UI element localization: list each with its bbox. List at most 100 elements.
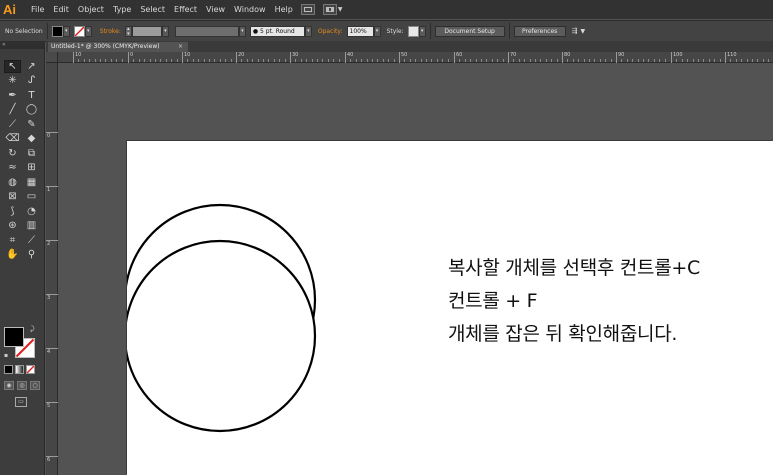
column-graph-tool-icon[interactable]: ▥ <box>23 220 40 233</box>
instruction-text[interactable]: 복사할 개체를 선택후 컨트롤+C 컨트롤 + F 개체를 잡은 뒤 확인해줍니… <box>448 252 700 351</box>
ruler-minor-tick <box>219 59 221 62</box>
none-mode-icon[interactable] <box>26 365 35 374</box>
tools-panel: « ↖ ↗ ✳ ᔑ ✒ T ╱ ◯ ⟋ ✎ ⌫ ◆ ↻ ⧉ ≈ ⊞ ◍ ▦ ⊠ … <box>0 41 45 475</box>
menu-object[interactable]: Object <box>78 5 104 14</box>
swap-fill-stroke-icon[interactable]: ⤸ <box>30 325 34 334</box>
ruler-minor-tick <box>116 59 118 62</box>
pen-tool-icon[interactable]: ✒ <box>4 89 21 102</box>
stroke-color-swatch[interactable] <box>73 25 85 37</box>
ellipse-tool-icon[interactable]: ◯ <box>23 104 40 117</box>
preferences-button[interactable]: Preferences <box>513 25 566 37</box>
artboard-tool-icon[interactable]: ⌗ <box>4 234 21 247</box>
document-setup-button[interactable]: Document Setup <box>434 25 505 37</box>
screen-mode-icon[interactable]: ▭ <box>15 397 27 407</box>
scale-tool-icon[interactable]: ⧉ <box>23 147 40 160</box>
magic-wand-tool-icon[interactable]: ✳ <box>4 75 21 88</box>
width-tool-icon[interactable]: ≈ <box>4 162 21 175</box>
brush-definition[interactable]: ● 5 pt. Round <box>249 25 305 37</box>
ruler-minor-tick <box>741 59 743 62</box>
fill-swatch[interactable] <box>4 327 24 347</box>
direct-selection-tool-icon[interactable]: ↗ <box>23 60 40 73</box>
stroke-weight-stepper[interactable]: ▴ ▾ <box>124 25 132 37</box>
fill-color-swatch[interactable] <box>51 25 63 37</box>
blend-tool-icon[interactable]: ◔ <box>23 205 40 218</box>
fill-dropdown[interactable]: ▾ <box>62 25 70 37</box>
artboard[interactable]: 복사할 개체를 선택후 컨트롤+C 컨트롤 + F 개체를 잡은 뒤 확인해줍니… <box>127 141 773 475</box>
ruler-minor-tick <box>719 59 721 62</box>
menu-file[interactable]: File <box>31 5 44 14</box>
gradient-mode-icon[interactable] <box>15 365 24 374</box>
mesh-tool-icon[interactable]: ⊠ <box>4 191 21 204</box>
free-transform-tool-icon[interactable]: ⊞ <box>23 162 40 175</box>
lasso-tool-icon[interactable]: ᔑ <box>23 75 40 88</box>
chevron-down-icon[interactable]: ▼ <box>581 28 586 35</box>
color-mode-icon[interactable] <box>4 365 13 374</box>
front-circle[interactable] <box>127 239 317 433</box>
menu-type[interactable]: Type <box>113 5 131 14</box>
eyedropper-tool-icon[interactable]: ⟆ <box>4 205 21 218</box>
menu-help[interactable]: Help <box>275 5 293 14</box>
line-segment-tool-icon[interactable]: ╱ <box>4 104 21 117</box>
menu-edit[interactable]: Edit <box>53 5 69 14</box>
draw-normal-icon[interactable]: ◉ <box>4 381 14 390</box>
eraser-tool-icon[interactable]: ◆ <box>23 133 40 146</box>
ruler-minor-tick <box>94 59 96 62</box>
chevron-down-icon[interactable]: ▼ <box>338 6 343 13</box>
paintbrush-tool-icon[interactable]: ⟋ <box>4 118 21 131</box>
rotate-tool-icon[interactable]: ↻ <box>4 147 21 160</box>
slice-tool-icon[interactable]: ⟋ <box>23 234 40 247</box>
draw-inside-icon[interactable]: ○ <box>30 381 40 390</box>
shape-builder-tool-icon[interactable]: ◍ <box>4 176 21 189</box>
blob-brush-tool-icon[interactable]: ⌫ <box>4 133 21 146</box>
style-dropdown[interactable]: ▾ <box>418 25 426 37</box>
opacity-field[interactable]: 100% <box>346 25 374 37</box>
zoom-tool-icon[interactable]: ⚲ <box>23 249 40 262</box>
panel-collapse-handle[interactable]: « <box>0 41 44 49</box>
ruler-minor-tick <box>459 59 461 62</box>
ruler-label: 110 <box>727 52 737 58</box>
canvas[interactable]: 복사할 개체를 선택후 컨트롤+C 컨트롤 + F 개체를 잡은 뒤 확인해줍니… <box>58 63 773 475</box>
ruler-label: 3 <box>47 295 51 301</box>
ruler-tick <box>671 52 672 63</box>
ruler-label: 40 <box>347 52 354 58</box>
stroke-weight-field[interactable] <box>131 25 162 37</box>
arrange-documents-button[interactable] <box>322 4 337 15</box>
profile-dropdown[interactable]: ▾ <box>238 25 246 37</box>
brush-dropdown[interactable]: ▾ <box>304 25 312 37</box>
instruction-line-3: 개체를 잡은 뒤 확인해줍니다. <box>448 323 678 345</box>
bridge-button[interactable] <box>300 4 315 15</box>
selection-tool-icon[interactable]: ↖ <box>4 60 21 73</box>
menu-select[interactable]: Select <box>140 5 165 14</box>
perspective-grid-tool-icon[interactable]: ▦ <box>23 176 40 189</box>
ruler-origin[interactable] <box>46 52 58 63</box>
ruler-tick <box>128 52 129 63</box>
variable-width-profile[interactable] <box>174 25 239 37</box>
hand-tool-icon[interactable]: ✋ <box>4 249 21 262</box>
draw-behind-icon[interactable]: ◎ <box>17 381 27 390</box>
default-colors-icon[interactable]: ▪ <box>4 352 8 359</box>
stroke-dropdown[interactable]: ▾ <box>84 25 92 37</box>
ruler-minor-tick <box>176 59 178 62</box>
ruler-label: 60 <box>456 52 463 58</box>
ruler-label: 10 <box>184 52 191 58</box>
ruler-label: 4 <box>47 349 51 355</box>
ruler-tick <box>290 52 291 63</box>
stroke-label[interactable]: Stroke: <box>100 28 121 35</box>
menu-view[interactable]: View <box>206 5 225 14</box>
stroke-weight-dropdown[interactable]: ▾ <box>161 25 169 37</box>
type-tool-icon[interactable]: T <box>23 89 40 102</box>
pencil-tool-icon[interactable]: ✎ <box>23 118 40 131</box>
menu-window[interactable]: Window <box>234 5 266 14</box>
symbol-sprayer-tool-icon[interactable]: ⊛ <box>4 220 21 233</box>
menubar: Ai File Edit Object Type Select Effect V… <box>0 0 773 19</box>
menu-effect[interactable]: Effect <box>174 5 197 14</box>
horizontal-ruler[interactable]: 10 0 10 20 30 40 50 60 70 80 90 100 110 <box>58 52 773 63</box>
gradient-tool-icon[interactable]: ▭ <box>23 191 40 204</box>
align-options-icon[interactable]: ⇶ <box>572 27 578 35</box>
graphic-style-swatch[interactable] <box>407 25 419 37</box>
vertical-ruler[interactable]: 0 1 2 3 4 5 6 <box>46 63 58 475</box>
opacity-label[interactable]: Opacity: <box>318 28 343 35</box>
document-tab[interactable]: Untitled-1* @ 300% (CMYK/Preview) × <box>48 42 188 52</box>
close-icon[interactable]: × <box>178 42 183 52</box>
opacity-dropdown[interactable]: ▾ <box>373 25 381 37</box>
